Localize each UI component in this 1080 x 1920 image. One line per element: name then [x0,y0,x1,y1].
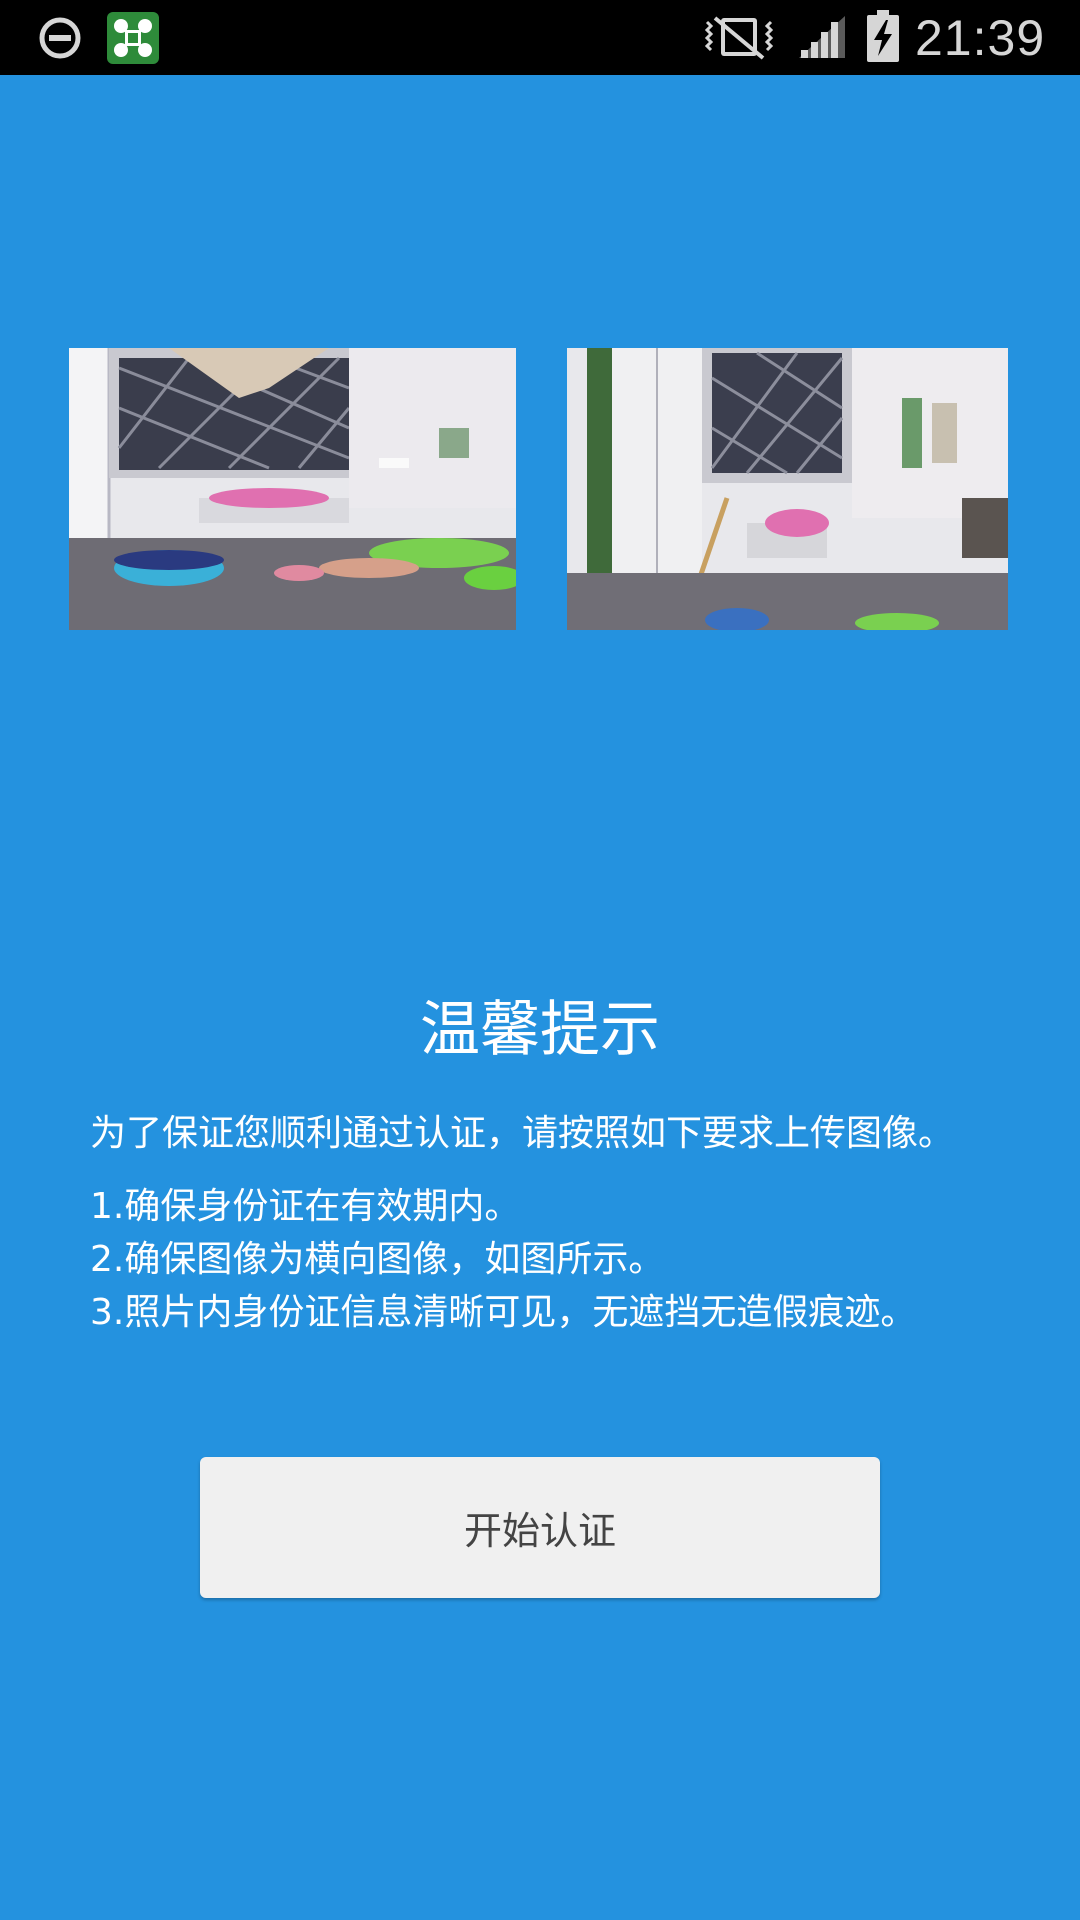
tip-item: 1.确保身份证在有效期内。 [90,1186,521,1227]
clock: 21:39 [915,10,1046,66]
tip-item: 3.照片内身份证信息清晰可见，无遮挡无造假痕迹。 [90,1292,917,1333]
status-bar: 21:39 [0,0,1080,75]
tips-title: 温馨提示 [420,995,660,1065]
battery-charging-icon [867,10,899,62]
app-notification-icon [107,12,159,64]
tips-list: 1.确保身份证在有效期内。 2.确保图像为横向图像，如图所示。 3.照片内身份证… [90,1180,1050,1339]
sample-photo-right [567,348,1008,630]
tip-item: 2.确保图像为横向图像，如图所示。 [90,1239,665,1280]
vibrate-icon [704,16,774,60]
do-not-disturb-icon [39,17,81,59]
sample-photo-left [69,348,516,630]
signal-icon [799,16,845,58]
tips-intro: 为了保证您顺利通过认证，请按照如下要求上传图像。 [90,1113,955,1154]
start-verification-button[interactable]: 开始认证 [200,1457,880,1598]
